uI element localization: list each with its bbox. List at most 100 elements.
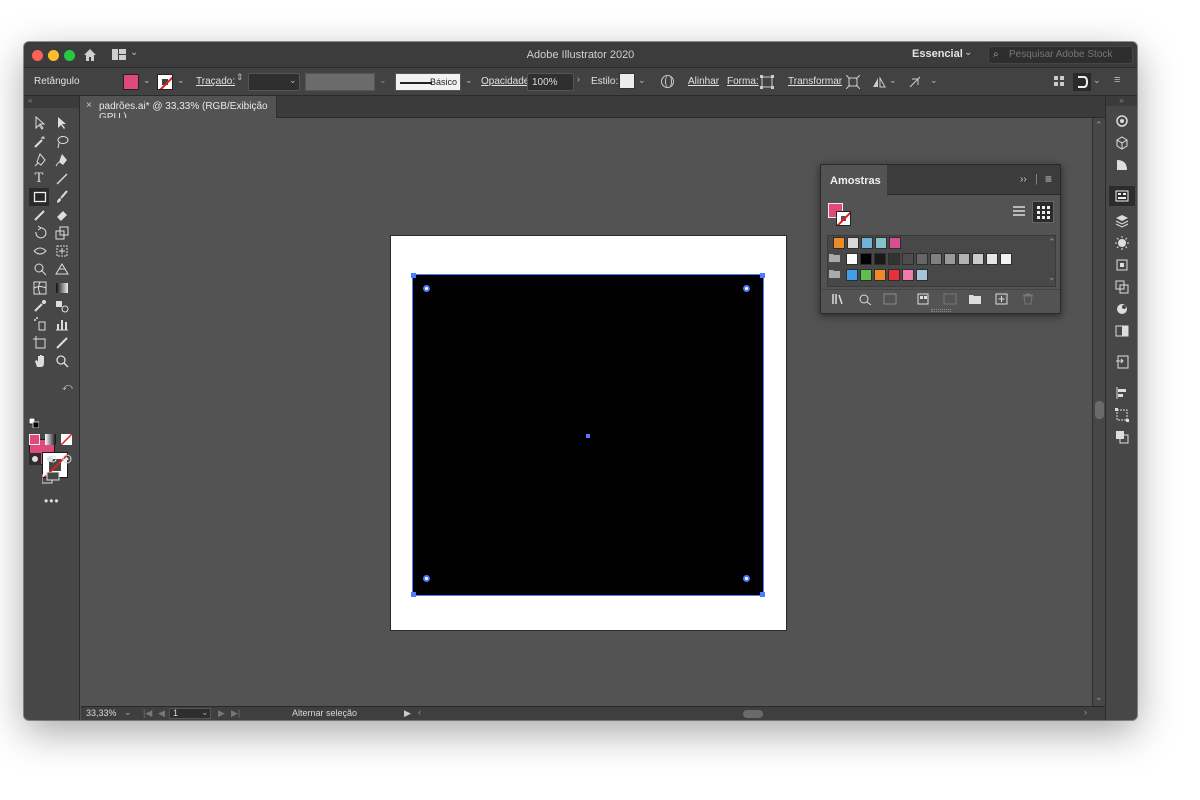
appearance-icon[interactable] bbox=[1115, 302, 1129, 316]
chevron-right-icon[interactable]: › bbox=[577, 74, 580, 84]
chevron-down-icon[interactable]: ⌄ bbox=[964, 47, 972, 58]
bounding-box-handle[interactable] bbox=[760, 273, 765, 278]
grid-view-button[interactable] bbox=[1032, 201, 1054, 223]
swatch-options-icon[interactable] bbox=[883, 293, 897, 305]
scale-tool-icon[interactable] bbox=[55, 226, 69, 240]
swatch-cell[interactable] bbox=[846, 269, 858, 281]
vertical-scroll-thumb[interactable] bbox=[1095, 401, 1104, 419]
brushes-icon[interactable] bbox=[1115, 236, 1129, 250]
swatch-cell[interactable] bbox=[958, 253, 970, 265]
chevron-down-icon[interactable]: ⌄ bbox=[889, 75, 897, 86]
shape-properties-icon[interactable] bbox=[760, 75, 774, 89]
next-artboard-icon[interactable]: ▶ bbox=[218, 708, 225, 719]
align-panel-icon[interactable] bbox=[1115, 386, 1129, 400]
swatch-cell[interactable] bbox=[875, 237, 887, 249]
shape-builder-tool-icon[interactable] bbox=[33, 262, 47, 276]
chevron-down-icon[interactable]: ⌄ bbox=[289, 75, 297, 86]
graphic-styles-icon[interactable] bbox=[1115, 280, 1129, 294]
shape-link[interactable]: Forma: bbox=[727, 76, 759, 87]
panel-menu-icon[interactable]: ≡ bbox=[1045, 172, 1052, 186]
blend-tool-icon[interactable] bbox=[55, 299, 69, 313]
workspace-switcher[interactable]: Essencial bbox=[912, 48, 963, 60]
swap-fill-stroke-icon[interactable]: ⤺ bbox=[62, 382, 73, 393]
transform-link[interactable]: Transformar bbox=[788, 76, 842, 87]
panel-menu-icon[interactable]: ≡ bbox=[1114, 74, 1120, 86]
chevron-down-icon[interactable]: ⌄ bbox=[1093, 75, 1101, 86]
swatch-cell[interactable] bbox=[930, 253, 942, 265]
properties-icon[interactable] bbox=[1115, 114, 1129, 128]
swatch-cell[interactable] bbox=[833, 237, 845, 249]
new-swatch-icon[interactable] bbox=[995, 293, 1009, 305]
stroke-panel-link[interactable]: Traçado: bbox=[196, 76, 235, 87]
draw-behind-icon[interactable] bbox=[45, 453, 57, 465]
horizontal-scroll-thumb[interactable] bbox=[743, 710, 763, 718]
new-color-group-icon[interactable] bbox=[917, 293, 931, 305]
swatch-cell[interactable] bbox=[874, 253, 886, 265]
dock-collapse[interactable]: » bbox=[1106, 96, 1137, 106]
isolate-icon[interactable] bbox=[908, 75, 922, 89]
shaper-tool-icon[interactable] bbox=[33, 208, 47, 222]
bounding-box-handle[interactable] bbox=[411, 273, 416, 278]
variable-width-profile[interactable] bbox=[305, 73, 375, 91]
stock-search-input[interactable]: ⌕ Pesquisar Adobe Stock bbox=[988, 46, 1133, 64]
color-mode-button[interactable] bbox=[29, 434, 40, 445]
image-trace-icon[interactable] bbox=[1115, 355, 1129, 369]
zoom-level[interactable]: 33,33% bbox=[86, 708, 117, 718]
magic-wand-tool-icon[interactable] bbox=[33, 135, 47, 149]
layers-icon[interactable] bbox=[1115, 214, 1129, 228]
chevron-down-icon[interactable]: ⌄ bbox=[1095, 692, 1103, 703]
paintbrush-tool-icon[interactable] bbox=[55, 190, 69, 204]
swatch-cell[interactable] bbox=[972, 253, 984, 265]
swatch-cell[interactable] bbox=[888, 253, 900, 265]
fill-swatch[interactable] bbox=[123, 74, 139, 90]
width-tool-icon[interactable] bbox=[33, 244, 47, 258]
color-guide-icon[interactable] bbox=[1115, 158, 1129, 172]
align-link[interactable]: Alinhar bbox=[688, 76, 719, 87]
swatch-cell[interactable] bbox=[861, 237, 873, 249]
eraser-tool-icon[interactable] bbox=[55, 208, 69, 222]
close-icon[interactable]: × bbox=[86, 100, 92, 111]
perspective-grid-tool-icon[interactable] bbox=[55, 262, 69, 276]
swatch-libraries-icon[interactable] bbox=[832, 293, 846, 305]
snap-icon[interactable] bbox=[1073, 73, 1091, 91]
corner-radius-widget[interactable] bbox=[423, 575, 430, 582]
column-graph-tool-icon[interactable] bbox=[55, 317, 69, 331]
status-menu-icon[interactable]: ▶ bbox=[404, 708, 411, 719]
first-artboard-icon[interactable]: |◀ bbox=[143, 708, 152, 719]
swatch-cell[interactable] bbox=[860, 269, 872, 281]
recolor-artwork-icon[interactable] bbox=[661, 75, 674, 88]
libraries-icon[interactable] bbox=[1115, 136, 1129, 150]
last-artboard-icon[interactable]: ▶| bbox=[231, 708, 240, 719]
list-view-icon[interactable] bbox=[1012, 205, 1026, 218]
draw-inside-icon[interactable] bbox=[61, 453, 73, 465]
swatch-cell[interactable] bbox=[860, 253, 872, 265]
selection-tool-icon[interactable] bbox=[33, 116, 47, 130]
swatch-cell[interactable] bbox=[889, 237, 901, 249]
chevron-down-icon[interactable]: ⌄ bbox=[1048, 272, 1056, 283]
scroll-right-icon[interactable]: › bbox=[1084, 707, 1087, 717]
swatch-cell[interactable] bbox=[874, 269, 886, 281]
artboard-tool-icon[interactable] bbox=[33, 336, 47, 350]
chevron-down-icon[interactable]: ⌄ bbox=[930, 75, 938, 86]
symbols-icon[interactable] bbox=[1115, 258, 1129, 272]
gradient-tool-icon[interactable] bbox=[55, 281, 69, 295]
swatch-cell[interactable] bbox=[847, 237, 859, 249]
swatch-cell[interactable] bbox=[902, 269, 914, 281]
swatches-tab[interactable]: Amostras bbox=[821, 165, 887, 195]
document-tab[interactable]: × padrões.ai* @ 33,33% (RGB/Exibição GPU… bbox=[81, 96, 277, 123]
chevron-down-icon[interactable]: ⌄ bbox=[465, 75, 473, 86]
rectangle-tool-icon[interactable] bbox=[33, 190, 47, 204]
transparency-icon[interactable] bbox=[1115, 324, 1129, 338]
edit-toolbar-icon[interactable]: ••• bbox=[44, 494, 60, 508]
panel-stroke-box[interactable] bbox=[836, 211, 851, 226]
status-text[interactable]: Alternar seleção bbox=[292, 708, 357, 718]
swatch-cell[interactable] bbox=[902, 253, 914, 265]
chevron-down-icon[interactable]: ⌄ bbox=[177, 75, 185, 86]
vertical-scrollbar[interactable]: ⌃ ⌄ bbox=[1092, 118, 1105, 706]
swatch-cell[interactable] bbox=[846, 253, 858, 265]
collapse-panel-icon[interactable]: ›› bbox=[1020, 174, 1027, 185]
chevron-down-icon[interactable]: ⌄ bbox=[201, 707, 209, 718]
chevron-down-icon[interactable]: ⌄ bbox=[143, 75, 151, 86]
line-segment-tool-icon[interactable] bbox=[55, 172, 69, 186]
draw-normal-icon[interactable] bbox=[29, 453, 41, 465]
